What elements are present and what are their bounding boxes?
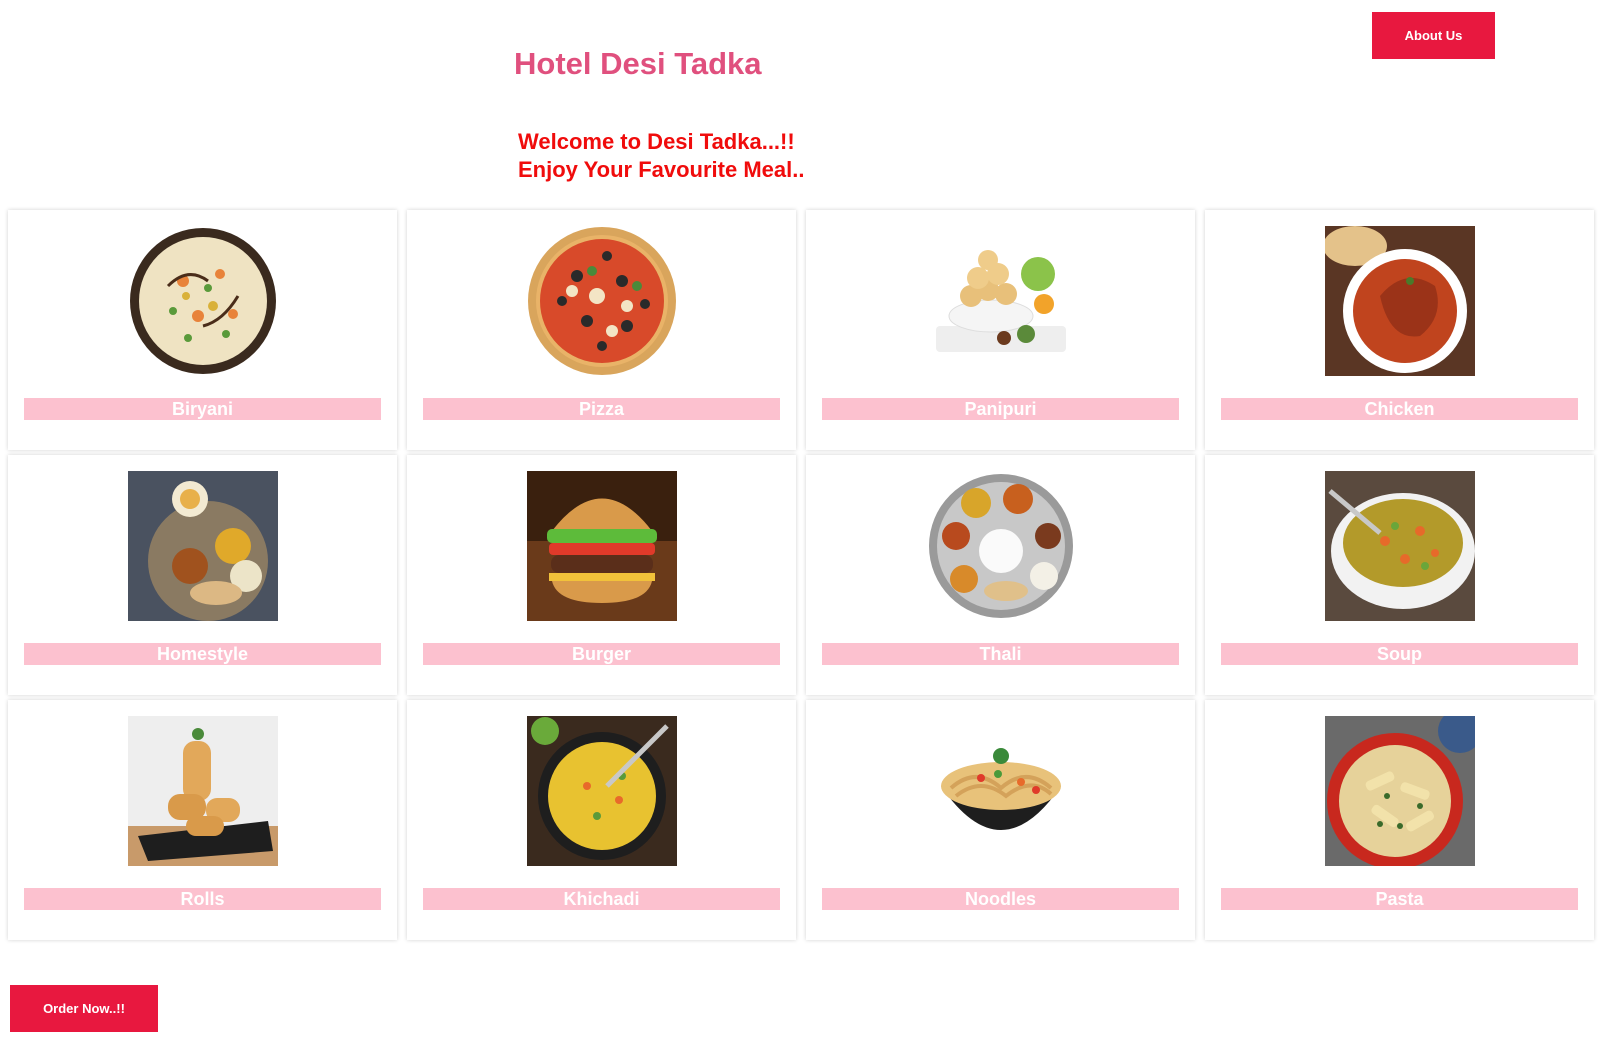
menu-card-pasta[interactable]: Pasta [1205,700,1594,940]
khichadi-pan-image [526,716,677,866]
chicken-curry-image [1324,226,1475,376]
thali-plate-image [926,471,1076,621]
welcome-line-1: Welcome to Desi Tadka...!! [518,129,795,154]
soup-bowl-image [1324,471,1475,621]
biryani-bowl-image [128,226,278,376]
spring-rolls-image [127,716,278,866]
menu-card-label: Pizza [423,398,780,420]
about-us-button[interactable]: About Us [1372,12,1495,59]
menu-card-homestyle[interactable]: Homestyle [8,455,397,695]
menu-card-label: Burger [423,643,780,665]
homestyle-meal-image [127,471,278,621]
panipuri-plate-image [926,226,1076,376]
menu-card-panipuri[interactable]: Panipuri [806,210,1195,450]
menu-card-soup[interactable]: Soup [1205,455,1594,695]
menu-card-label: Pasta [1221,888,1578,910]
menu-grid: Biryani Pizza Panipuri Chicken Homestyle… [8,210,1594,940]
menu-card-chicken[interactable]: Chicken [1205,210,1594,450]
menu-card-label: Soup [1221,643,1578,665]
menu-card-burger[interactable]: Burger [407,455,796,695]
pasta-plate-image [1324,716,1475,866]
welcome-line-2: Enjoy Your Favourite Meal.. [518,157,805,182]
noodles-bowl-image [926,716,1076,866]
menu-card-label: Thali [822,643,1179,665]
burger-image [526,471,677,621]
menu-card-label: Chicken [1221,398,1578,420]
menu-card-noodles[interactable]: Noodles [806,700,1195,940]
menu-card-label: Biryani [24,398,381,420]
menu-card-pizza[interactable]: Pizza [407,210,796,450]
menu-card-rolls[interactable]: Rolls [8,700,397,940]
order-now-button[interactable]: Order Now..!! [10,985,158,1032]
menu-card-thali[interactable]: Thali [806,455,1195,695]
menu-card-label: Noodles [822,888,1179,910]
pizza-image [527,226,677,376]
welcome-message: Welcome to Desi Tadka...!! Enjoy Your Fa… [518,128,804,184]
site-title: Hotel Desi Tadka [514,46,762,81]
menu-card-label: Rolls [24,888,381,910]
menu-card-biryani[interactable]: Biryani [8,210,397,450]
menu-card-label: Panipuri [822,398,1179,420]
menu-card-label: Khichadi [423,888,780,910]
menu-card-khichadi[interactable]: Khichadi [407,700,796,940]
menu-card-label: Homestyle [24,643,381,665]
